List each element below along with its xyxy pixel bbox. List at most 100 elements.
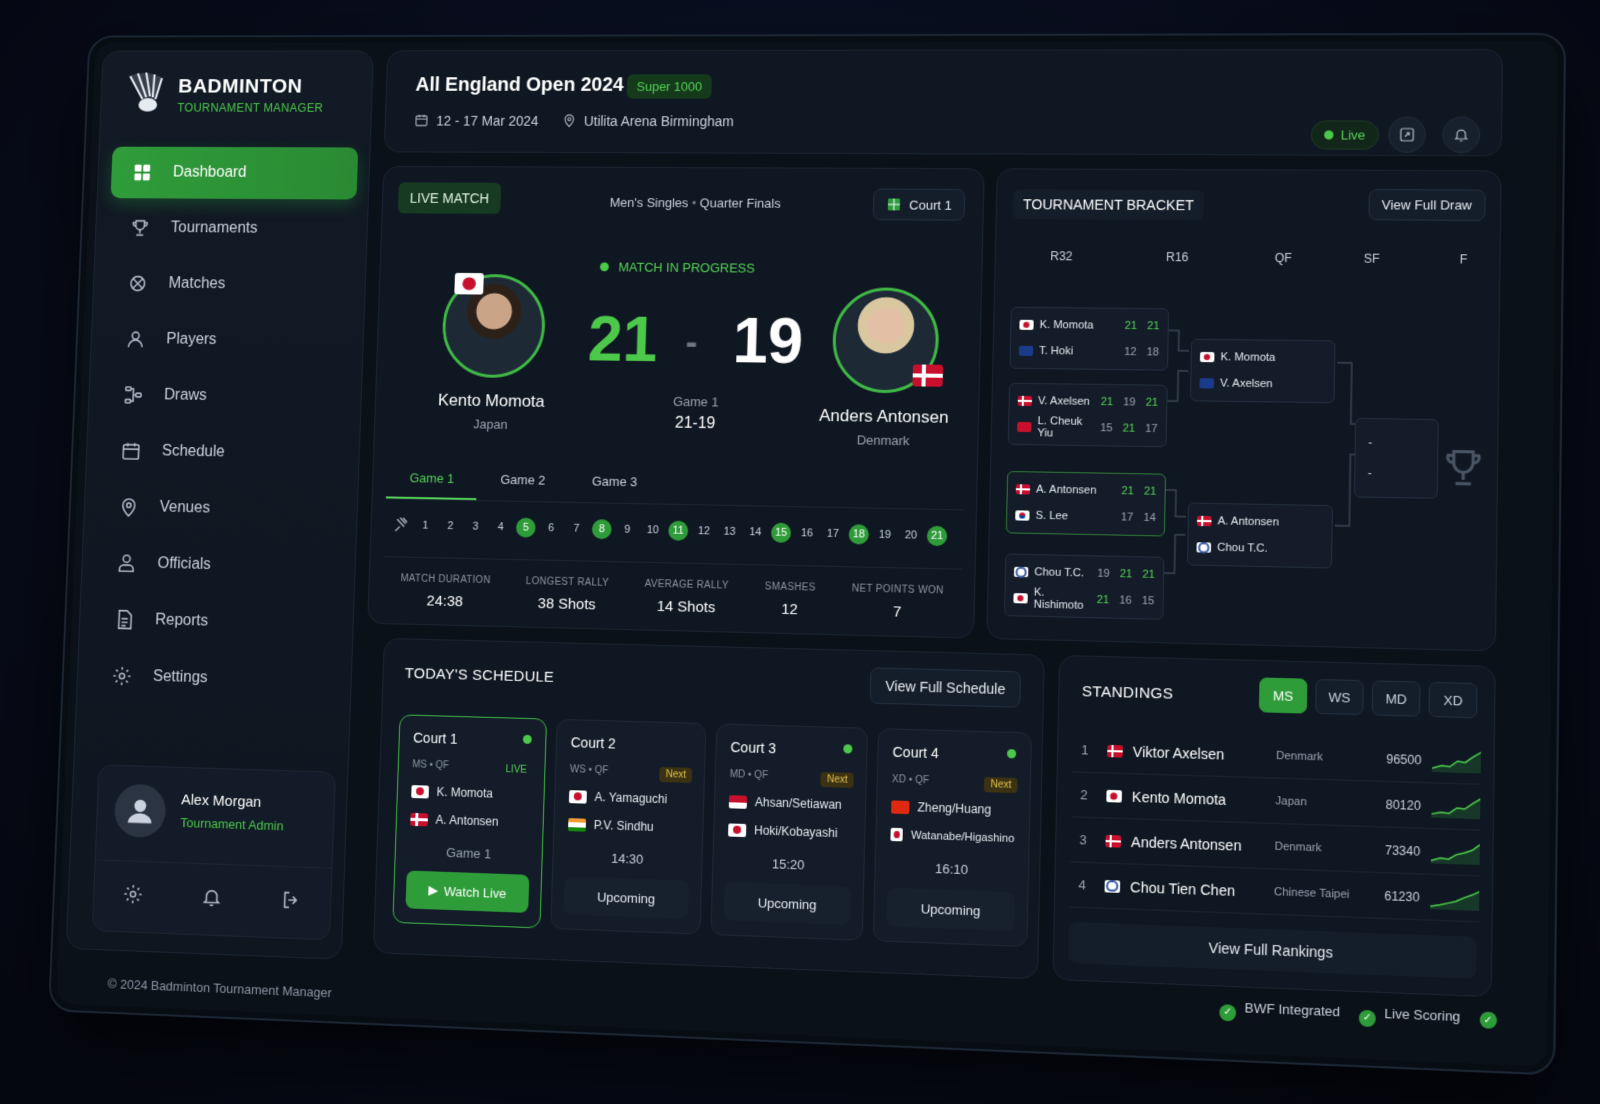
court-card[interactable]: Court 3 MD • QF Next Ahsan/Setiawan Hoki… (710, 723, 868, 941)
set-score: 21 (1096, 593, 1110, 607)
player-1-score: 21 (587, 303, 659, 375)
point-marker[interactable]: 4 (491, 517, 511, 537)
bracket-match-sf[interactable]: - - (1353, 417, 1439, 499)
court-label: Court 1 (909, 197, 952, 213)
tab-md[interactable]: MD (1371, 680, 1421, 717)
court-player: A. Antonsen (435, 812, 499, 829)
tier-badge: Super 1000 (626, 74, 713, 99)
point-marker[interactable]: 5 (515, 517, 536, 538)
tab-game-3[interactable]: Game 3 (568, 461, 661, 503)
point-marker[interactable]: 17 (823, 524, 843, 544)
court-card[interactable]: Court 2 WS • QF Next A. Yamaguchi P.V. S… (550, 718, 707, 935)
bracket-player: K. Momota (1039, 319, 1094, 332)
india-flag-icon (568, 817, 587, 832)
ranking-points: 61230 (1384, 888, 1420, 905)
court-pill[interactable]: Court 1 (872, 188, 966, 221)
tab-game-1[interactable]: Game 1 (385, 458, 478, 501)
bracket-player: T. Hoki (1038, 345, 1074, 358)
point-marker[interactable]: 2 (440, 516, 460, 536)
trophy-icon (129, 217, 150, 238)
match-stats: MATCH DURATION 24:38 LONGEST RALLY 38 Shot… (382, 556, 963, 623)
tab-ws[interactable]: WS (1315, 678, 1364, 716)
point-marker[interactable]: 8 (591, 519, 612, 540)
point-marker[interactable]: 1 (415, 516, 435, 536)
notifications-button[interactable] (1442, 116, 1481, 154)
nav-item-matches[interactable]: Matches (106, 257, 354, 311)
court-card[interactable]: Court 1 MS • QF LIVE K. Momota A. Antons… (392, 714, 548, 929)
nav-label: Draws (163, 386, 208, 404)
bracket-match[interactable]: V. Axelsen 21 19 21 L. Cheuk Yiu 15 21 17 (1007, 382, 1168, 448)
nav-item-settings[interactable]: Settings (90, 649, 340, 709)
shuttlecock-icon (392, 516, 410, 534)
view-full-rankings-button[interactable]: View Full Rankings (1068, 921, 1477, 979)
nav-item-tournaments[interactable]: Tournaments (108, 202, 356, 256)
nav-item-schedule[interactable]: Schedule (99, 424, 348, 481)
stat-label: SMASHES (764, 581, 816, 594)
set-score: 21 (1122, 422, 1136, 435)
player-country: Denmark (1276, 749, 1323, 764)
nav-item-officials[interactable]: Officials (95, 536, 345, 594)
game-info: Game 1 21-19 (656, 394, 736, 434)
nav-item-players[interactable]: Players (104, 313, 353, 368)
tab-ms[interactable]: MS (1258, 677, 1308, 714)
point-marker[interactable]: 9 (617, 520, 637, 540)
bracket-match[interactable]: A. Antonsen 21 21 S. Lee 17 14 (1005, 470, 1167, 537)
upcoming-button[interactable]: Upcoming (563, 876, 690, 919)
point-marker[interactable]: 21 (926, 525, 948, 547)
point-marker[interactable]: 19 (875, 525, 896, 545)
nav-label: Venues (159, 498, 211, 517)
footer-copyright: © 2024 Badminton Tournament Manager (107, 976, 332, 1001)
tab-game-2[interactable]: Game 2 (477, 460, 570, 502)
logout-icon[interactable] (280, 889, 302, 912)
bracket-match[interactable]: K. Momota 21 21 T. Hoki 12 18 (1009, 306, 1170, 371)
gear-icon[interactable] (122, 883, 144, 905)
upcoming-button[interactable]: Upcoming (886, 887, 1016, 932)
ranking-points: 96500 (1386, 751, 1422, 767)
location-icon (561, 113, 576, 128)
point-marker[interactable]: 20 (901, 525, 922, 545)
point-marker[interactable]: 6 (541, 518, 561, 538)
point-marker[interactable]: 18 (848, 524, 870, 545)
nav-item-reports[interactable]: Reports (92, 593, 342, 652)
court-name: Court 1 (412, 729, 458, 747)
court-card[interactable]: Court 4 XD • QF Next Zheng/Huang Watanab… (872, 728, 1032, 948)
player-1[interactable]: Kento Momota Japan (413, 272, 572, 433)
app-logo: BADMINTON TOURNAMENT MANAGER (121, 71, 324, 119)
live-status[interactable]: Live (1310, 120, 1380, 150)
point-marker[interactable]: 13 (719, 522, 739, 542)
bracket-match-qf[interactable]: A. Antonsen Chou T.C. (1186, 502, 1333, 569)
court-time: 16:10 (934, 860, 969, 878)
point-marker[interactable]: 11 (668, 520, 689, 541)
avatar[interactable] (113, 783, 167, 839)
upcoming-button[interactable]: Upcoming (723, 881, 851, 925)
point-marker[interactable]: 10 (643, 520, 663, 540)
view-full-schedule-button[interactable]: View Full Schedule (869, 667, 1022, 708)
player-2[interactable]: Anders Antonsen Denmark (803, 287, 967, 449)
nav-item-dashboard[interactable]: Dashboard (110, 146, 359, 200)
point-marker[interactable]: 12 (694, 521, 714, 541)
point-marker[interactable]: 15 (770, 522, 792, 544)
fullscreen-button[interactable] (1388, 116, 1427, 153)
bracket-match-qf[interactable]: K. Momota V. Axelsen (1189, 338, 1336, 404)
point-marker[interactable]: 3 (465, 517, 485, 537)
stat-net-points: NET POINTS WON 7 (851, 583, 944, 621)
nav-item-draws[interactable]: Draws (101, 369, 350, 425)
bell-icon[interactable] (201, 886, 223, 909)
watch-live-button[interactable]: ▶ Watch Live (405, 870, 530, 913)
page-title: All England Open 2024 (415, 74, 625, 96)
nav-item-venues[interactable]: Venues (97, 480, 346, 537)
court-status: LIVE (505, 764, 527, 776)
court-status: Next (984, 776, 1018, 794)
live-scoring-badge: ✓ Live Scoring (1358, 1005, 1460, 1031)
point-marker[interactable]: 16 (797, 523, 817, 543)
dates-text: 12 - 17 Mar 2024 (436, 112, 539, 129)
china-flag-icon (891, 799, 910, 814)
tab-xd[interactable]: XD (1428, 681, 1478, 719)
player-name: Kento Momota (1131, 788, 1227, 808)
point-marker[interactable]: 14 (745, 522, 765, 542)
standings-table: 1 Viktor Axelsen Denmark 96500 2 Kento Momot… (1069, 727, 1482, 923)
location-icon (118, 496, 139, 518)
court-info: Game 1 (445, 844, 492, 862)
point-marker[interactable]: 7 (566, 519, 586, 539)
bracket-match[interactable]: Chou T.C. 19 21 21 K. Nishimoto 21 16 15 (1003, 553, 1165, 620)
